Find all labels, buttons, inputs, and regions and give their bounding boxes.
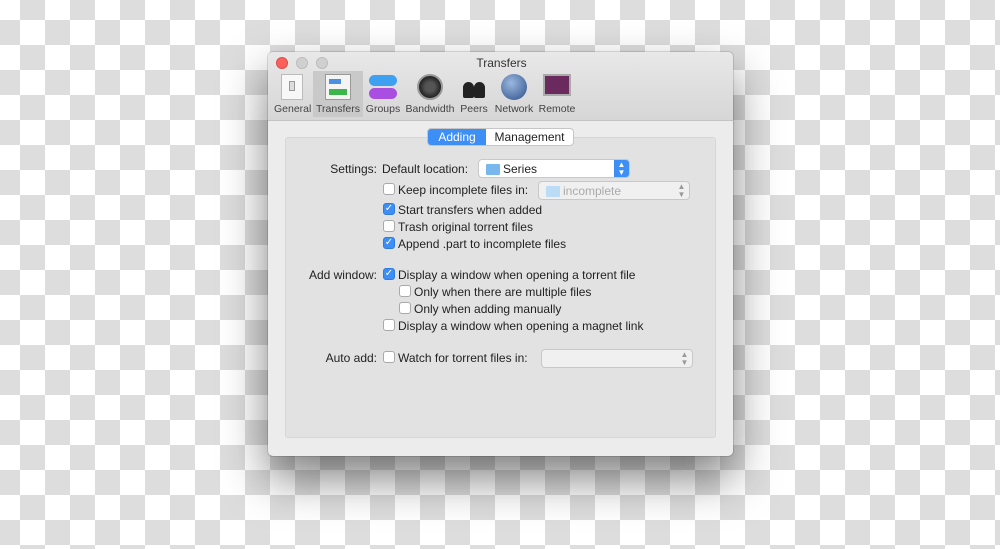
window-title: Transfers [476,56,527,70]
transfers-icon [325,74,351,100]
toolbar-bandwidth[interactable]: Bandwidth [404,71,456,117]
toolbar-groups[interactable]: Groups [365,71,401,117]
toolbar-network[interactable]: Network [492,71,536,117]
append-part-checkbox[interactable]: ✓ [383,237,395,249]
globe-icon [501,74,527,100]
popup-arrows-icon: ▲ ▼ [680,350,689,367]
tab-control: Adding Management [427,128,574,146]
toolbar-peers[interactable]: Peers [458,71,490,117]
toolbar-transfers[interactable]: Transfers [313,71,363,117]
trash-original-checkbox[interactable] [383,220,395,232]
folder-icon [486,164,500,175]
start-transfers-checkbox[interactable]: ✓ [383,203,395,215]
auto-add-label: Auto add: [325,351,377,365]
popup-arrows-icon: ▲ ▼ [614,160,629,177]
folder-icon [546,186,560,197]
remote-display-icon [543,74,571,96]
title-bar: Transfers General Transfers Groups Bandw… [268,52,733,121]
tab-adding[interactable]: Adding [428,129,486,145]
switch-icon [281,74,303,100]
default-location-label: Default location: [382,162,469,176]
toolbar-remote[interactable]: Remote [538,71,576,117]
watch-folder-popup[interactable]: ▲ ▼ [541,349,693,368]
toolbar-general[interactable]: General [274,71,311,117]
display-magnet-window-checkbox[interactable] [383,319,395,331]
add-window-label: Add window: [308,268,377,282]
groups-icon [369,74,397,100]
preferences-window: Transfers General Transfers Groups Bandw… [268,52,733,456]
keep-incomplete-checkbox[interactable] [383,183,395,195]
peers-icon [461,74,487,100]
watch-folder-checkbox[interactable] [383,351,395,363]
only-multiple-files-checkbox[interactable] [399,285,411,297]
default-location-popup[interactable]: Series ▲ ▼ [478,159,630,178]
incomplete-folder-popup[interactable]: incomplete ▲ ▼ [538,181,690,200]
speedometer-icon [417,74,443,100]
display-torrent-window-checkbox[interactable]: ✓ [383,268,395,280]
only-manual-checkbox[interactable] [399,302,411,314]
tab-management[interactable]: Management [486,129,573,145]
popup-arrows-icon: ▲ ▼ [677,182,686,199]
settings-label: Settings: [330,162,377,176]
